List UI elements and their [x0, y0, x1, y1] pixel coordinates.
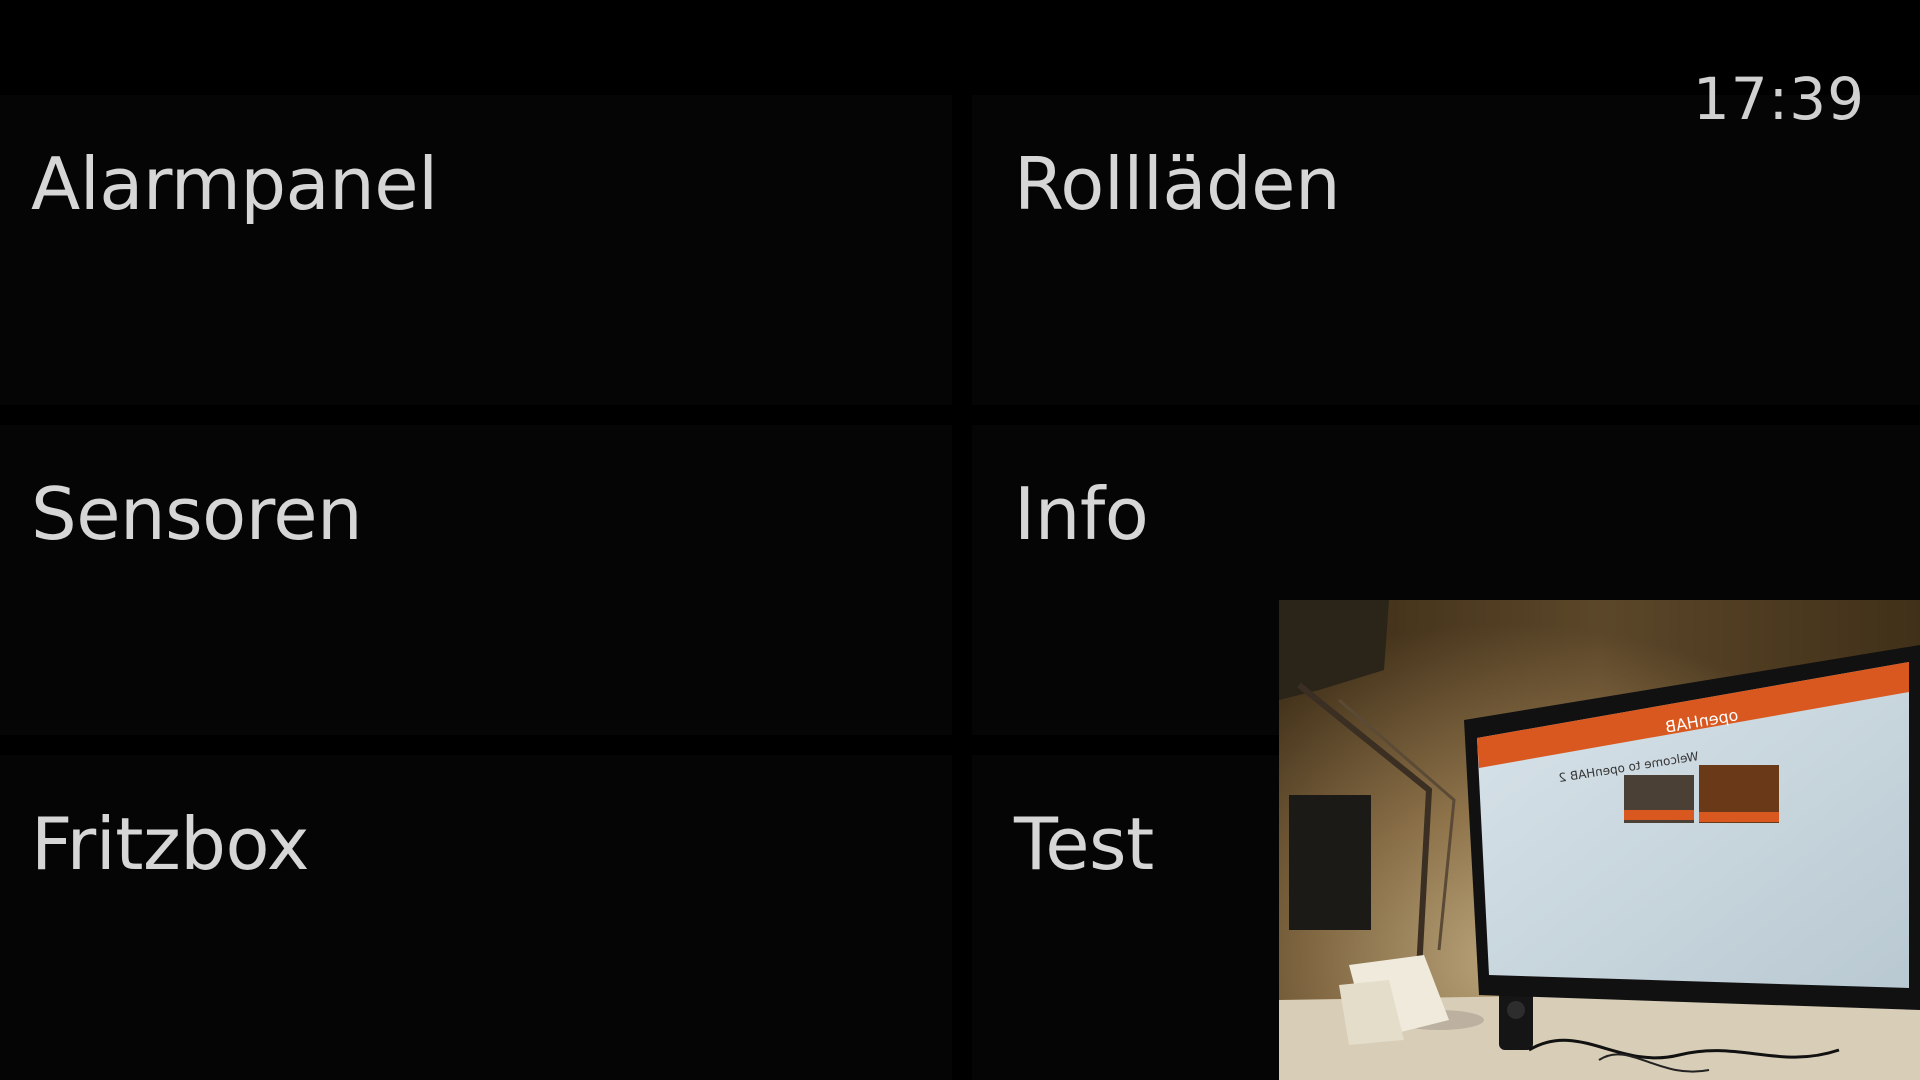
background-monitor	[1289, 795, 1371, 930]
camera-feed[interactable]: openHAB Welcome to openHAB 2	[1279, 600, 1920, 1080]
screen-tile-bar	[1624, 810, 1694, 820]
clock: 17:39	[1692, 65, 1865, 133]
speaker-cone	[1507, 1001, 1525, 1019]
screen-tile-bar	[1699, 812, 1779, 822]
speaker	[1499, 990, 1533, 1050]
tile-label: Info	[1014, 472, 1149, 556]
tile-fritzbox[interactable]: Fritzbox	[0, 755, 952, 1080]
tile-label: Sensoren	[31, 472, 363, 556]
tile-label: Rollläden	[1014, 142, 1341, 226]
tile-label: Alarmpanel	[31, 142, 438, 226]
tile-rolllaeden[interactable]: Rollläden	[972, 95, 1920, 405]
tile-label: Fritzbox	[31, 802, 309, 886]
tile-alarmpanel[interactable]: Alarmpanel	[0, 95, 952, 405]
camera-image: openHAB Welcome to openHAB 2	[1279, 600, 1920, 1080]
tile-sensoren[interactable]: Sensoren	[0, 425, 952, 735]
dashboard-screen: Alarmpanel Rollläden Sensoren Info Fritz…	[0, 0, 1920, 1080]
tile-label: Test	[1014, 802, 1154, 886]
